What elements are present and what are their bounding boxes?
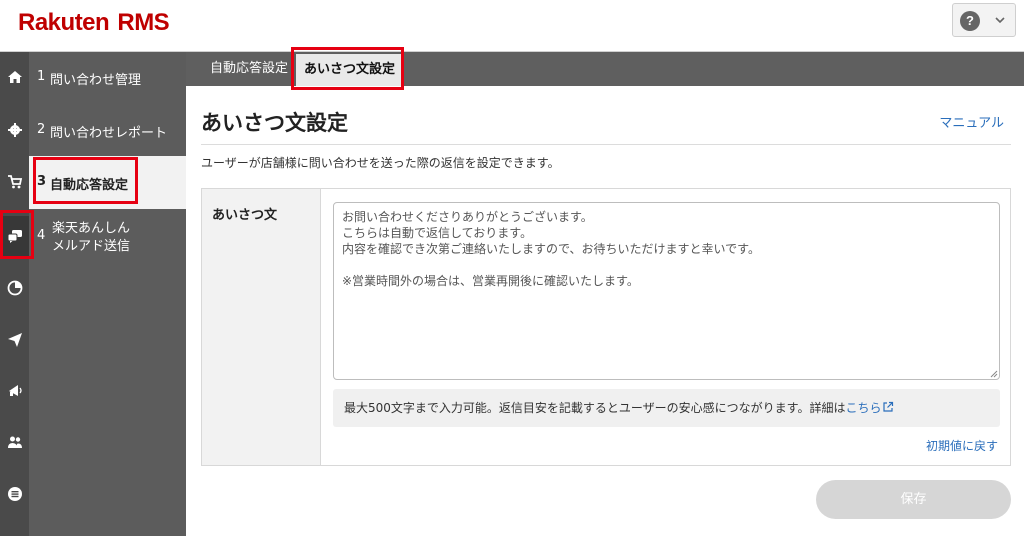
- sidebar-item-anshin-mail[interactable]: 4 楽天あんしん メルアド送信: [29, 210, 186, 270]
- sidebar-item-label: 楽天あんしん: [52, 221, 131, 236]
- home-icon: [7, 71, 22, 83]
- sidebar-item-number: 2: [37, 122, 46, 137]
- help-menu-button[interactable]: ?: [952, 3, 1016, 37]
- highlight-box-tab: [291, 47, 404, 90]
- rail-send[interactable]: [0, 320, 29, 360]
- help-icon: ?: [960, 11, 980, 31]
- cart-icon: [7, 175, 22, 189]
- rakuten-rms-logo[interactable]: Rakuten RMS: [18, 9, 170, 37]
- list-circle-icon: [7, 487, 22, 501]
- rail-list[interactable]: [0, 474, 29, 514]
- rail-cart[interactable]: [0, 162, 29, 202]
- highlight-box-rail: [0, 210, 34, 259]
- gear-icon: [7, 123, 22, 137]
- rail-promotion[interactable]: [0, 370, 29, 410]
- greeting-field-label: あいさつ文: [212, 208, 278, 223]
- page-description: ユーザーが店舗様に問い合わせを送った際の返信を設定できます。: [201, 156, 560, 170]
- megaphone-icon: [8, 385, 22, 396]
- title-divider: [201, 144, 1011, 145]
- chevron-down-icon: [995, 17, 1005, 24]
- details-link[interactable]: こちら: [845, 401, 894, 415]
- top-header: Rakuten RMS ?: [0, 0, 1024, 52]
- sidebar-item-label: メルアド送信: [52, 239, 131, 254]
- sidebar: 1 問い合わせ管理 2 問い合わせレポート 3 自動応答設定 4 楽天あんしん …: [29, 52, 186, 536]
- greeting-form: あいさつ文 お問い合わせくださりありがとうございます。 こちらは自動で返信してお…: [201, 188, 1011, 466]
- details-link-label: こちら: [845, 401, 882, 415]
- greeting-textarea[interactable]: お問い合わせくださりありがとうございます。 こちらは自動で返信しております。 内…: [333, 202, 1000, 380]
- logo-word: Rakuten: [18, 9, 110, 36]
- tab-auto-response[interactable]: 自動応答設定: [202, 52, 296, 86]
- page-title: あいさつ文設定: [201, 111, 348, 135]
- sidebar-item-label: 問い合わせレポート: [50, 126, 168, 141]
- sidebar-item-label: 問い合わせ管理: [50, 73, 142, 88]
- character-limit-note: 最大500文字まで入力可能。返信目安を記載するとユーザーの安心感につながります。…: [333, 389, 1000, 427]
- rail-users[interactable]: [0, 422, 29, 462]
- paper-plane-icon: [7, 333, 22, 347]
- manual-link[interactable]: マニュアル: [939, 112, 1004, 131]
- users-icon: [7, 436, 22, 448]
- sidebar-item-number: 4: [37, 228, 46, 243]
- external-link-icon: [883, 401, 894, 412]
- rail-settings[interactable]: [0, 110, 29, 150]
- sidebar-item-inquiry-report[interactable]: 2 問い合わせレポート: [29, 104, 186, 154]
- logo-suffix: RMS: [117, 9, 170, 36]
- resize-handle-icon[interactable]: [988, 368, 998, 378]
- rail-home[interactable]: [0, 57, 29, 97]
- sidebar-item-inquiry-management[interactable]: 1 問い合わせ管理: [29, 52, 186, 102]
- sidebar-item-number: 1: [37, 69, 46, 84]
- pie-chart-icon: [7, 280, 22, 296]
- form-label-column: あいさつ文: [202, 189, 321, 465]
- highlight-box-sidebar: [33, 157, 138, 204]
- note-text: 最大500文字まで入力可能。返信目安を記載するとユーザーの安心感につながります。…: [344, 401, 846, 415]
- icon-rail: [0, 52, 29, 536]
- save-button[interactable]: 保存: [816, 480, 1011, 519]
- reset-to-default-link[interactable]: 初期値に戻す: [926, 437, 998, 454]
- rail-analytics[interactable]: [0, 268, 29, 308]
